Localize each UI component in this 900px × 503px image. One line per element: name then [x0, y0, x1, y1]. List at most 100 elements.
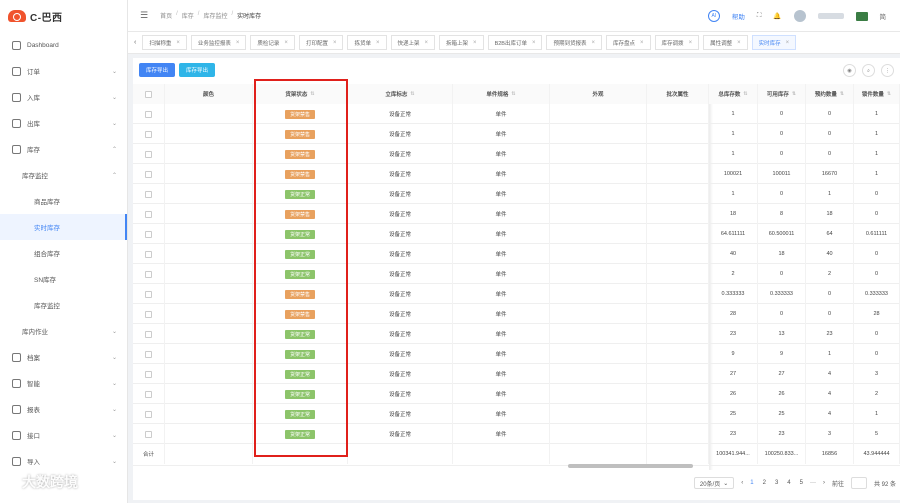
sidebar-after-item-3[interactable]: 报表 ⌄	[0, 396, 127, 422]
sidebar-item-1[interactable]: 订单 ⌄	[0, 58, 127, 84]
search-icon[interactable]: ⌕	[862, 64, 875, 77]
page-size-select[interactable]: 20条/页 ⌄	[693, 477, 735, 489]
breadcrumb-item[interactable]: 库存监控	[203, 11, 227, 20]
cell-chk[interactable]	[133, 344, 165, 364]
tab-12[interactable]: 实时库存 ×	[751, 35, 797, 50]
row-checkbox[interactable]	[145, 210, 152, 218]
page-3[interactable]: 3	[775, 480, 778, 486]
sidebar-item-0[interactable]: Dashboard	[0, 32, 127, 58]
tab-3[interactable]: 打印配置 ×	[298, 35, 344, 50]
table-row[interactable]: 货架禁售 设备正常 单件 18 8 18 0	[133, 204, 900, 224]
cell-chk[interactable]	[133, 124, 165, 144]
cell-chk[interactable]	[133, 244, 165, 264]
table-row[interactable]: 货架正常 设备正常 单件 40 18 40 0	[133, 244, 900, 264]
sort-icon[interactable]: ⇅	[410, 91, 414, 97]
tab-9[interactable]: 库存盘点 ×	[606, 35, 651, 50]
row-checkbox[interactable]	[145, 390, 152, 398]
column-header-chk[interactable]	[133, 84, 165, 104]
sidebar-subitem-2[interactable]: 组合库存	[0, 240, 127, 266]
horizontal-scrollbar[interactable]	[568, 464, 693, 468]
sort-icon[interactable]: ⇅	[743, 91, 747, 97]
row-checkbox[interactable]	[145, 230, 152, 238]
table-row[interactable]: 货架正常 设备正常 单件 23 13 23 0	[133, 324, 900, 344]
sidebar-item-3[interactable]: 出库 ⌄	[0, 110, 127, 136]
row-checkbox[interactable]	[145, 170, 152, 178]
tab-4[interactable]: 拣货单 ×	[347, 35, 387, 50]
close-icon[interactable]: ×	[236, 40, 240, 46]
table-row[interactable]: 货架禁售 设备正常 单件 0.333333 0.333333 0 0.333333	[133, 284, 900, 304]
sort-icon[interactable]: ⇅	[511, 91, 515, 97]
inventory-operation-button[interactable]: 库存导出	[179, 63, 216, 77]
cell-chk[interactable]	[133, 284, 165, 304]
table-row[interactable]: 货架禁售 设备正常 单件 100021 100011 16670 1	[133, 164, 900, 184]
cell-chk[interactable]	[133, 224, 165, 244]
table-row[interactable]: 货架禁售 设备正常 单件 1 0 0 1	[133, 124, 900, 144]
close-icon[interactable]: ×	[532, 40, 536, 46]
row-checkbox[interactable]	[145, 310, 152, 318]
column-header-mark[interactable]: 立库标志 ⇅	[348, 84, 453, 104]
export-inventory-button[interactable]: 库存导出	[139, 63, 176, 77]
tab-2[interactable]: 质检记录 ×	[250, 35, 295, 50]
sidebar-after-item-0[interactable]: 库内作业 ⌄	[0, 318, 127, 344]
table-row[interactable]: 货架正常 设备正常 单件 23 23 3 5	[133, 424, 900, 444]
row-checkbox[interactable]	[145, 110, 152, 118]
table-row[interactable]: 货架正常 设备正常 单件 27 27 4 3	[133, 364, 900, 384]
fullscreen-icon[interactable]: ⛶	[757, 12, 762, 20]
ellipsis[interactable]: ···	[810, 480, 816, 486]
tab-8[interactable]: 预期到货报表 ×	[546, 35, 603, 50]
cell-chk[interactable]	[133, 384, 165, 404]
cell-chk[interactable]	[133, 404, 165, 424]
table-row[interactable]: 货架正常 设备正常 单件 25 25 4 1	[133, 404, 900, 424]
ai-assistant-icon[interactable]: AI	[707, 10, 720, 22]
prev-page-icon[interactable]: ‹	[741, 480, 743, 486]
page-5[interactable]: 5	[800, 480, 803, 486]
row-checkbox[interactable]	[145, 330, 152, 338]
row-checkbox[interactable]	[145, 270, 152, 278]
page-2[interactable]: 2	[763, 480, 766, 486]
menu-toggle-icon[interactable]: ☰	[140, 10, 148, 21]
column-header-avail[interactable]: 可用库存 ⇅	[758, 84, 806, 104]
sidebar-subitem-3[interactable]: SN库存	[0, 266, 127, 292]
cell-chk[interactable]	[133, 264, 165, 284]
cell-chk[interactable]	[133, 104, 165, 124]
sidebar-item-4[interactable]: 库存 ⌃	[0, 136, 127, 162]
goto-page-input[interactable]	[850, 477, 867, 489]
table-row[interactable]: 货架正常 设备正常 单件 2 0 2 0	[133, 264, 900, 284]
tab-5[interactable]: 快递上架 ×	[390, 35, 436, 50]
cell-chk[interactable]	[133, 184, 165, 204]
close-icon[interactable]: ×	[473, 40, 477, 46]
close-icon[interactable]: ×	[284, 40, 288, 46]
sidebar-after-item-2[interactable]: 智能 ⌄	[0, 370, 127, 396]
cell-chk[interactable]	[133, 164, 165, 184]
cell-chk[interactable]	[133, 324, 165, 344]
username-blurred[interactable]	[817, 13, 844, 19]
column-header-sku[interactable]: 单件规格 ⇅	[453, 84, 550, 104]
tab-11[interactable]: 属性调整 ×	[703, 35, 748, 50]
close-icon[interactable]: ×	[786, 40, 790, 46]
more-icon[interactable]: ⋮	[881, 64, 894, 77]
cell-chk[interactable]	[133, 144, 165, 164]
close-icon[interactable]: ×	[640, 40, 644, 46]
table-row[interactable]: 货架正常 设备正常 单件 26 26 4 2	[133, 384, 900, 404]
close-icon[interactable]: ×	[689, 40, 693, 46]
tab-6[interactable]: 拆箱上架 ×	[439, 35, 484, 50]
help-link[interactable]: 帮助	[732, 11, 745, 21]
row-checkbox[interactable]	[145, 410, 152, 418]
tab-1[interactable]: 业务监控报表 ×	[190, 35, 247, 50]
next-page-icon[interactable]: ›	[823, 480, 825, 486]
sidebar-after-item-1[interactable]: 档案 ⌄	[0, 344, 127, 370]
table-row[interactable]: 货架禁售 设备正常 单件 1 0 0 1	[133, 144, 900, 164]
cell-chk[interactable]	[133, 304, 165, 324]
row-checkbox[interactable]	[145, 290, 152, 298]
sidebar-subitem-1[interactable]: 实时库存	[0, 214, 127, 240]
close-icon[interactable]: ×	[376, 40, 380, 46]
select-all-checkbox[interactable]	[145, 90, 152, 98]
tab-7[interactable]: B2B出库订单 ×	[487, 35, 543, 50]
sort-icon[interactable]: ⇅	[792, 91, 796, 97]
breadcrumb-item[interactable]: 库存	[182, 11, 194, 20]
column-header-prebook[interactable]: 预约数量 ⇅	[806, 84, 854, 104]
row-checkbox[interactable]	[145, 190, 152, 198]
sort-icon[interactable]: ⇅	[887, 91, 891, 97]
sidebar-group-stock-monitor[interactable]: 库存监控 ⌃	[0, 162, 127, 188]
flag-icon[interactable]	[855, 11, 868, 21]
